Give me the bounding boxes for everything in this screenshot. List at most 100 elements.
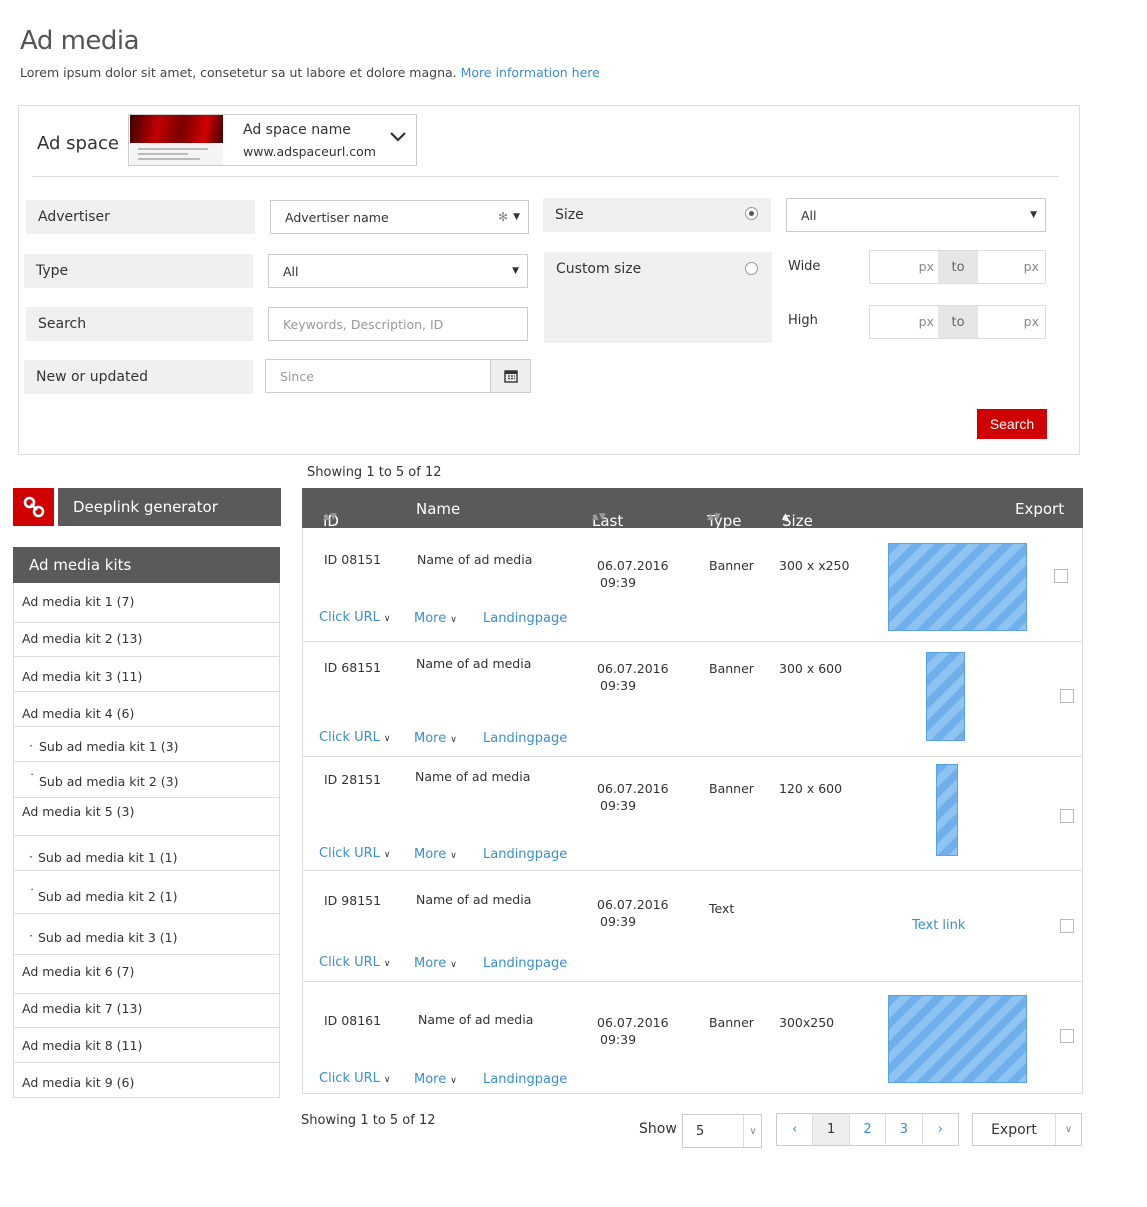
more-dropdown[interactable]: More ∨ [414, 731, 457, 746]
export-dropdown-toggle[interactable]: ∨ [1056, 1114, 1081, 1145]
link-icon[interactable] [13, 488, 54, 526]
custom-size-label: Custom size [544, 252, 772, 343]
export-button[interactable]: Export [973, 1114, 1056, 1145]
more-info-link[interactable]: More information here [461, 65, 600, 80]
deeplink-generator-button[interactable]: Deeplink generator [58, 488, 281, 526]
to-label: to [938, 251, 978, 283]
search-label: Search [26, 307, 253, 341]
page-button-2[interactable]: 2 [850, 1114, 887, 1145]
wide-range: px to px [869, 250, 1046, 284]
row-type: Banner [709, 781, 754, 796]
kit-item[interactable]: Ad media kit 1 (7) [13, 584, 280, 623]
text-link[interactable]: Text link [912, 918, 965, 933]
kit-item[interactable]: Ad media kit 6 (7) [13, 955, 280, 994]
wide-from-input[interactable]: px [870, 251, 938, 283]
ad-space-url: www.adspaceurl.com [243, 144, 376, 159]
kit-item[interactable]: Ad media kit 8 (11) [13, 1028, 280, 1063]
row-time: 09:39 [600, 1032, 637, 1047]
more-dropdown[interactable]: More ∨ [414, 956, 457, 971]
landingpage-link[interactable]: Landingpage [483, 847, 567, 862]
chevron-down-icon[interactable] [389, 130, 407, 144]
export-checkbox[interactable] [1060, 809, 1074, 823]
advertiser-value: Advertiser name [285, 209, 389, 225]
row-date: 06.07.2016 [597, 897, 669, 912]
export-checkbox[interactable] [1060, 919, 1074, 933]
high-label: High [788, 313, 818, 328]
panel-divider [32, 176, 1059, 177]
px-unit: px [1023, 314, 1039, 329]
calendar-icon [503, 370, 518, 383]
more-dropdown[interactable]: More ∨ [414, 847, 457, 862]
calendar-button[interactable] [490, 359, 531, 393]
ad-space-label: Ad space [37, 133, 119, 154]
page-size-select[interactable]: 5 ∨ [682, 1114, 762, 1148]
px-unit: px [1023, 259, 1039, 274]
high-from-input[interactable]: px [870, 306, 938, 338]
sub-kit-item[interactable]: · Sub ad media kit 3 (1) [13, 914, 280, 955]
caret-down-icon: ▼ [512, 266, 519, 276]
sort-icon: ▲▼ [707, 512, 721, 522]
row-divider [302, 641, 1083, 642]
kit-item[interactable]: Ad media kit 5 (3) [13, 798, 280, 836]
row-time: 09:39 [600, 798, 637, 813]
chevron-down-icon: ∨ [383, 850, 391, 860]
row-type: Banner [709, 558, 754, 573]
landingpage-link[interactable]: Landingpage [483, 956, 567, 971]
landingpage-link[interactable]: Landingpage [483, 1072, 567, 1087]
sub-kit-item[interactable]: · Sub ad media kit 1 (1) [13, 836, 280, 871]
type-value: All [283, 263, 299, 279]
search-button[interactable]: Search [977, 409, 1047, 439]
click-url-dropdown[interactable]: Click URL ∨ [319, 1071, 391, 1086]
kit-item[interactable]: Ad media kit 7 (13) [13, 994, 280, 1028]
click-url-dropdown[interactable]: Click URL ∨ [319, 846, 391, 861]
kit-item[interactable]: Ad media kit 9 (6) [13, 1063, 280, 1098]
page-button-1[interactable]: 1 [813, 1114, 850, 1145]
banner-preview [936, 764, 958, 856]
sub-kit-item[interactable]: ˙ Sub ad media kit 2 (3) [13, 762, 280, 798]
since-placeholder: Since [280, 368, 314, 384]
chevron-down-icon: ∨ [1064, 1124, 1073, 1135]
landingpage-link[interactable]: Landingpage [483, 611, 567, 626]
pagination: ‹ 1 2 3 › [776, 1113, 959, 1146]
kit-item[interactable]: Ad media kit 2 (13) [13, 623, 280, 657]
chevron-down-icon: ∨ [450, 851, 457, 861]
wide-to-input[interactable]: px [978, 251, 1046, 283]
row-divider [302, 870, 1083, 871]
sort-icon: ▲▼ [592, 512, 606, 522]
search-placeholder: Keywords, Description, ID [283, 316, 444, 332]
clear-icon[interactable]: ✻ [498, 210, 508, 224]
click-url-dropdown[interactable]: Click URL ∨ [319, 730, 391, 745]
click-url-dropdown[interactable]: Click URL ∨ [319, 610, 391, 625]
search-input[interactable]: Keywords, Description, ID [268, 307, 528, 341]
row-divider [302, 756, 1083, 757]
high-to-input[interactable]: px [978, 306, 1046, 338]
sub-kit-item[interactable]: · Sub ad media kit 1 (3) [13, 727, 280, 762]
size-radio[interactable] [745, 207, 758, 220]
size-select[interactable]: All ▼ [786, 198, 1046, 232]
row-divider [302, 981, 1083, 982]
row-size: 300x250 [779, 1015, 835, 1030]
custom-size-radio[interactable] [745, 262, 758, 275]
prev-page-button[interactable]: ‹ [777, 1114, 814, 1145]
advertiser-label: Advertiser [26, 200, 255, 234]
kit-item[interactable]: Ad media kit 4 (6) [13, 692, 280, 727]
more-dropdown[interactable]: More ∨ [414, 611, 457, 626]
kit-item[interactable]: Ad media kit 3 (11) [13, 657, 280, 692]
export-split-button: Export ∨ [972, 1113, 1082, 1146]
next-page-button[interactable]: › [923, 1114, 958, 1145]
row-name: Name of ad media [417, 552, 533, 567]
to-label: to [938, 306, 978, 338]
since-input[interactable]: Since [265, 359, 491, 393]
advertiser-select[interactable]: Advertiser name ✻ ▼ [270, 200, 529, 234]
page-button-3[interactable]: 3 [886, 1114, 923, 1145]
row-id: ID 08151 [324, 552, 382, 567]
export-checkbox[interactable] [1060, 1029, 1074, 1043]
landingpage-link[interactable]: Landingpage [483, 731, 567, 746]
chevron-right-icon: › [937, 1122, 943, 1137]
sub-kit-item[interactable]: ˙ Sub ad media kit 2 (1) [13, 871, 280, 914]
type-select[interactable]: All ▼ [268, 254, 528, 288]
export-checkbox[interactable] [1054, 569, 1068, 583]
click-url-dropdown[interactable]: Click URL ∨ [319, 955, 391, 970]
export-checkbox[interactable] [1060, 689, 1074, 703]
more-dropdown[interactable]: More ∨ [414, 1072, 457, 1087]
